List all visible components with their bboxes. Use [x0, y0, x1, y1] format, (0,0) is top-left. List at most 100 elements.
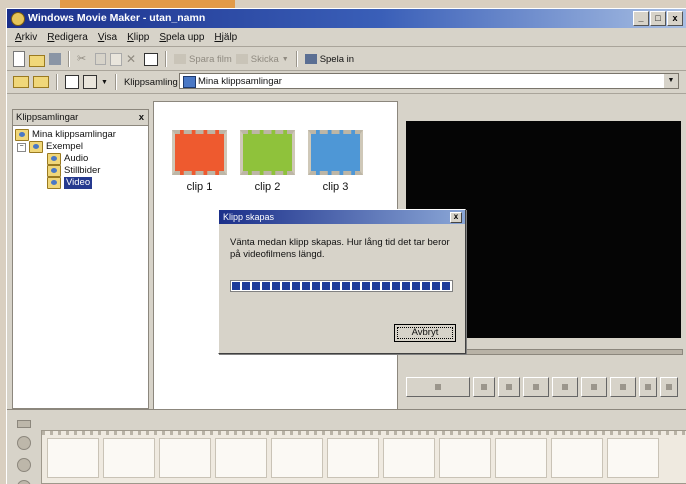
clip-item[interactable]: clip 1 — [172, 130, 227, 193]
tree-item-label: Exempel — [46, 141, 83, 152]
menu-hjalp[interactable]: Hjälp — [214, 32, 237, 43]
collection-icon — [183, 76, 196, 88]
collection-toolbar: ▼ Klippsamling Mina klippsamlingar ▼ — [7, 71, 686, 94]
storyboard-slot[interactable] — [327, 438, 379, 478]
save-movie-button[interactable]: Spara film — [174, 54, 232, 65]
record-narration-icon[interactable] — [17, 480, 31, 484]
tree-item-label: Audio — [64, 153, 89, 164]
chevron-down-icon[interactable]: ▼ — [101, 79, 108, 86]
window-title: Windows Movie Maker - utan_namn — [28, 12, 206, 24]
close-icon[interactable]: x — [139, 110, 144, 125]
creating-clips-dialog: Klipp skapas x Vänta medan klipp skapas.… — [218, 209, 466, 354]
chevron-down-icon: ▼ — [281, 55, 289, 63]
collection-folder-icon — [47, 153, 61, 165]
storyboard-slot[interactable] — [551, 438, 603, 478]
storyboard-slot[interactable] — [495, 438, 547, 478]
collections-tree: Mina klippsamlingar − Exempel Audio Stil… — [13, 126, 148, 192]
menu-klipp[interactable]: Klipp — [127, 32, 149, 43]
collection-folder-icon — [47, 165, 61, 177]
tree-panel-title: Klippsamlingar — [16, 112, 79, 123]
orange-corner — [60, 0, 235, 8]
clip-thumbnail — [240, 130, 295, 175]
collections-pane-icon[interactable] — [65, 75, 79, 89]
minimize-button[interactable]: _ — [633, 11, 649, 26]
film-frames — [47, 438, 659, 478]
playback-controls — [406, 377, 678, 397]
save-icon[interactable] — [49, 53, 61, 65]
delete-icon[interactable]: ✕ — [126, 52, 140, 66]
main-toolbar: ✂ ✕ Spara film Skicka ▼ Spela in — [7, 48, 686, 71]
zoom-out-icon[interactable] — [17, 458, 31, 472]
toolbar-separator — [68, 51, 70, 67]
back-button[interactable] — [498, 377, 520, 397]
clip-label: clip 2 — [254, 181, 281, 193]
stop-button[interactable] — [473, 377, 495, 397]
paste-icon[interactable] — [110, 52, 122, 66]
timeline-toggle-icon[interactable] — [17, 420, 31, 428]
title-bar: Windows Movie Maker - utan_namn _ □ x — [7, 9, 686, 28]
film-icon — [174, 54, 186, 64]
properties-icon[interactable] — [144, 52, 158, 66]
tree-item-audio[interactable]: Audio — [15, 153, 146, 165]
forward-button[interactable] — [581, 377, 607, 397]
menu-arkiv[interactable]: Arkiv — [15, 32, 37, 43]
tree-item-mina-klippsamlingar[interactable]: Mina klippsamlingar — [15, 129, 146, 141]
tree-item-stillbider[interactable]: Stillbider — [15, 165, 146, 177]
menu-bar: Arkiv Redigera Visa Klipp Spela upp Hjäl… — [7, 29, 686, 47]
full-screen-button[interactable] — [639, 377, 657, 397]
clip-item[interactable]: clip 2 — [240, 130, 295, 193]
cut-icon[interactable]: ✂ — [77, 52, 91, 66]
tree-item-label: Mina klippsamlingar — [32, 129, 116, 140]
previous-frame-button[interactable] — [523, 377, 549, 397]
progress-bar — [230, 280, 453, 292]
collapse-icon[interactable]: − — [17, 142, 26, 152]
cancel-button[interactable]: Avbryt — [394, 324, 456, 342]
close-button[interactable]: x — [667, 11, 683, 26]
new-file-icon[interactable] — [13, 51, 25, 67]
play-button[interactable] — [406, 377, 470, 397]
clip-label: clip 3 — [322, 181, 349, 193]
new-collection-icon[interactable] — [33, 76, 49, 88]
close-icon[interactable]: x — [450, 212, 462, 223]
next-frame-button[interactable] — [552, 377, 578, 397]
zoom-in-icon[interactable] — [17, 436, 31, 450]
chevron-down-icon[interactable]: ▼ — [663, 74, 678, 88]
window-controls: _ □ x — [633, 11, 683, 26]
views-icon[interactable] — [83, 75, 97, 89]
tree-item-label: Video — [64, 177, 93, 189]
tree-item-video[interactable]: Video — [15, 177, 146, 189]
split-clip-button[interactable] — [660, 377, 678, 397]
dialog-message: Vänta medan klipp skapas. Hur lång tid d… — [230, 237, 450, 260]
send-icon — [235, 54, 248, 64]
storyboard-slot[interactable] — [103, 438, 155, 478]
end-button[interactable] — [610, 377, 636, 397]
storyboard-slot[interactable] — [271, 438, 323, 478]
tree-item-exempel[interactable]: − Exempel — [15, 141, 146, 153]
storyboard-slot[interactable] — [215, 438, 267, 478]
menu-visa[interactable]: Visa — [98, 32, 117, 43]
record-button[interactable]: Spela in — [304, 53, 355, 65]
collection-select[interactable]: Mina klippsamlingar ▼ — [179, 73, 679, 89]
storyboard-slot[interactable] — [383, 438, 435, 478]
menu-spela-upp[interactable]: Spela upp — [159, 32, 204, 43]
toolbar-separator — [114, 74, 117, 90]
menu-redigera[interactable]: Redigera — [47, 32, 88, 43]
collection-select-value: Mina klippsamlingar — [198, 76, 282, 87]
tree-item-label: Stillbider — [64, 165, 101, 176]
clip-item[interactable]: clip 3 — [308, 130, 363, 193]
up-folder-icon[interactable] — [13, 76, 29, 88]
storyboard-tools — [13, 418, 33, 484]
storyboard-slot[interactable] — [159, 438, 211, 478]
copy-icon[interactable] — [95, 53, 106, 65]
open-folder-icon[interactable] — [29, 54, 45, 67]
storyboard-slot[interactable] — [439, 438, 491, 478]
record-label: Spela in — [319, 53, 355, 65]
storyboard-filmstrip — [41, 430, 686, 484]
storyboard-slot[interactable] — [47, 438, 99, 478]
storyboard-slot[interactable] — [607, 438, 659, 478]
send-button[interactable]: Skicka ▼ — [235, 54, 289, 65]
restore-button[interactable]: □ — [650, 11, 666, 26]
collection-folder-icon — [29, 141, 43, 153]
clip-label: clip 1 — [186, 181, 213, 193]
toolbar-separator — [165, 51, 167, 67]
